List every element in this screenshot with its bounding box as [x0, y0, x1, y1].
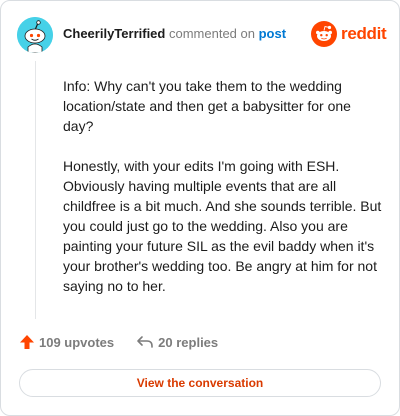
- username[interactable]: CheerilyTerrified: [63, 26, 165, 41]
- commented-on-text: commented on: [168, 26, 255, 41]
- thread-line: [35, 61, 36, 319]
- comment-header: CheerilyTerrified commented on post: [63, 26, 286, 42]
- avatar[interactable]: [17, 17, 53, 53]
- comment-actions: 109 upvotes 20 replies: [19, 334, 218, 350]
- comment-body: Info: Why can't you take them to the wed…: [63, 76, 385, 316]
- upvote-count: 109 upvotes: [39, 334, 115, 350]
- comment-paragraph: Honestly, with your edits I'm going with…: [63, 158, 382, 294]
- view-conversation-button[interactable]: View the conversation: [19, 369, 381, 397]
- reply-count: 20 replies: [158, 334, 219, 350]
- comment-card: CheerilyTerrified commented on post redd…: [0, 0, 400, 416]
- reddit-wordmark: reddit: [341, 24, 387, 43]
- reply-arrow-icon: [137, 336, 153, 348]
- post-link[interactable]: post: [259, 26, 286, 41]
- upvote-button[interactable]: 109 upvotes: [19, 334, 114, 350]
- snoo-avatar-icon: [17, 17, 53, 53]
- upvote-arrow-icon: [20, 335, 34, 349]
- replies-button[interactable]: 20 replies: [136, 334, 218, 350]
- comment-paragraph: Info: Why can't you take them to the wed…: [63, 78, 351, 134]
- reddit-logo-icon: [311, 21, 337, 47]
- reddit-logo[interactable]: reddit: [311, 21, 387, 47]
